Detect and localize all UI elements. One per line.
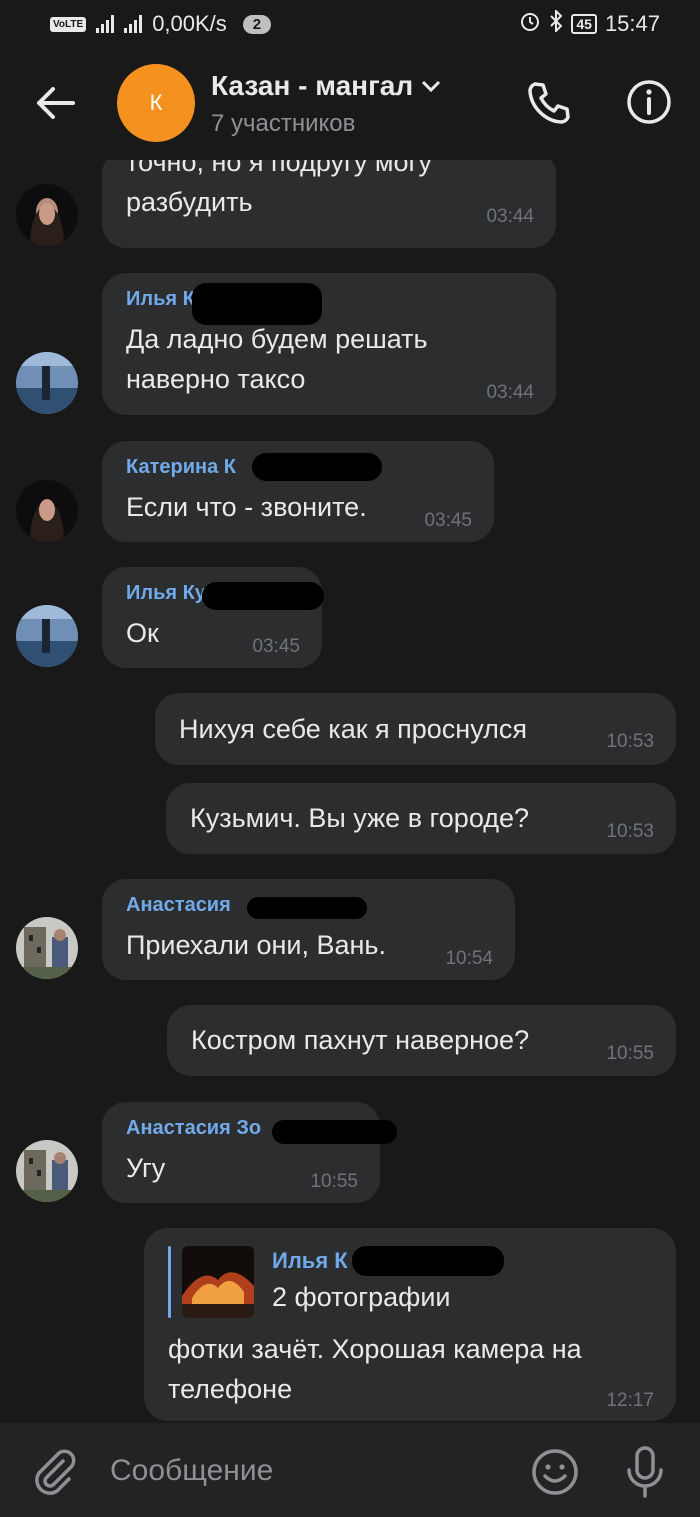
message-bubble-outgoing[interactable]: Кузьмич. Вы уже в городе? 10:53 — [166, 783, 676, 854]
message-time: 10:55 — [310, 1171, 358, 1192]
participants-count: 7 участников — [211, 110, 356, 137]
message-time: 10:54 — [445, 948, 493, 969]
reply-photo-thumbnail — [182, 1246, 254, 1318]
message-text: Если что - звоните. — [126, 492, 367, 522]
info-button[interactable] — [624, 77, 674, 127]
message-bubble[interactable]: Анастасия Приехали они, Вань. 10:54 — [102, 879, 515, 980]
message-text: телефоне — [168, 1374, 293, 1404]
chat-avatar[interactable]: К — [117, 64, 195, 142]
notification-count: 2 — [242, 14, 272, 34]
alarm-icon — [519, 10, 541, 38]
back-button[interactable] — [30, 78, 80, 128]
avatar-ilya[interactable] — [16, 352, 78, 414]
message-input[interactable] — [110, 1449, 510, 1493]
signal-2-icon — [124, 15, 143, 33]
info-icon — [627, 80, 671, 124]
clock: 15:47 — [604, 11, 660, 36]
emoji-button[interactable] — [530, 1447, 580, 1497]
message-author: Анастасия Зо — [126, 1117, 262, 1139]
message-bubble-outgoing[interactable]: Илья К 2 фотографии фотки зачёт. Хорошая… — [144, 1228, 676, 1421]
smile-icon — [532, 1449, 578, 1495]
message-text: Угу — [126, 1153, 166, 1183]
message-bubble[interactable]: Илья Ку Ок 03:45 — [102, 567, 324, 668]
message-author: Илья К — [126, 288, 195, 310]
avatar-anastasia[interactable] — [16, 1140, 78, 1202]
message-bubble-outgoing[interactable]: Нихуя себе как я проснулся 10:53 — [155, 693, 676, 765]
message-author: Анастасия — [126, 894, 231, 916]
voice-message-button[interactable] — [620, 1445, 670, 1499]
status-bar: VoLTE 0,00K/s 2 45 15:47 — [0, 0, 700, 48]
paperclip-icon — [35, 1449, 76, 1495]
redaction-mark — [202, 582, 324, 610]
message-bubble[interactable]: Илья К Да ладно будем решать наверно так… — [102, 273, 556, 415]
message-time: 03:45 — [424, 510, 472, 531]
message-time: 10:55 — [606, 1043, 654, 1064]
message-text: Приехали они, Вань. — [126, 930, 386, 960]
message-bubble-outgoing[interactable]: Костром пахнут наверное? 10:55 — [167, 1005, 676, 1076]
microphone-icon — [627, 1446, 663, 1498]
message-text: Костром пахнут наверное? — [191, 1025, 530, 1055]
message-author: Илья Ку — [126, 582, 206, 604]
call-button[interactable] — [522, 76, 576, 130]
bluetooth-icon — [549, 8, 563, 38]
network-speed: 0,00K/s — [152, 11, 227, 36]
redaction-mark — [252, 453, 382, 481]
battery-indicator: 45 — [571, 14, 597, 34]
message-time: 10:53 — [606, 821, 654, 842]
message-time: 03:44 — [486, 206, 534, 227]
avatar-anastasia[interactable] — [16, 917, 78, 979]
message-bubble[interactable]: Анастасия Зо Угу 10:55 — [102, 1102, 397, 1203]
avatar-katerina[interactable] — [16, 480, 78, 542]
message-list[interactable]: точно, но я подругу могу разбудить 03:44… — [0, 160, 700, 1423]
redaction-mark — [247, 897, 367, 919]
volte-indicator: VoLTE — [50, 16, 87, 32]
message-time: 03:45 — [252, 636, 300, 657]
chat-header: К Казан - мангал 7 участников — [0, 48, 700, 160]
redaction-mark — [272, 1120, 397, 1144]
reply-bar — [168, 1246, 171, 1318]
message-text: Кузьмич. Вы уже в городе? — [190, 803, 530, 833]
message-text: Ок — [126, 618, 159, 648]
reply-author: Илья К — [272, 1248, 348, 1273]
chat-title: Казан - мангал — [211, 70, 414, 101]
message-text: разбудить — [126, 187, 253, 217]
message-bubble[interactable]: точно, но я подругу могу разбудить 03:44 — [102, 160, 556, 248]
chevron-down-icon — [422, 80, 441, 92]
message-composer — [0, 1423, 700, 1517]
message-text: Нихуя себе как я проснулся — [179, 714, 527, 744]
message-time: 03:44 — [486, 382, 534, 403]
message-time: 12:17 — [606, 1390, 654, 1411]
message-text: фотки зачёт. Хорошая камера на — [168, 1334, 582, 1364]
redaction-mark — [352, 1246, 504, 1276]
reply-text: 2 фотографии — [272, 1282, 451, 1312]
message-bubble[interactable]: Катерина К Если что - звоните. 03:45 — [102, 441, 494, 542]
phone-icon — [528, 82, 570, 124]
message-time: 10:53 — [606, 731, 654, 752]
chat-title-button[interactable]: Казан - мангал — [211, 70, 441, 102]
avatar-katerina[interactable] — [16, 184, 78, 246]
message-text: точно, но я подругу могу — [126, 160, 432, 177]
arrow-left-icon — [37, 87, 75, 119]
attach-button[interactable] — [30, 1447, 80, 1497]
message-author: Катерина К — [126, 456, 236, 478]
avatar-ilya[interactable] — [16, 605, 78, 667]
message-text: наверно таксо — [126, 364, 306, 394]
message-text: Да ладно будем решать — [126, 324, 428, 354]
signal-icon — [96, 15, 115, 33]
reply-quote[interactable]: Илья К 2 фотографии — [168, 1246, 648, 1318]
